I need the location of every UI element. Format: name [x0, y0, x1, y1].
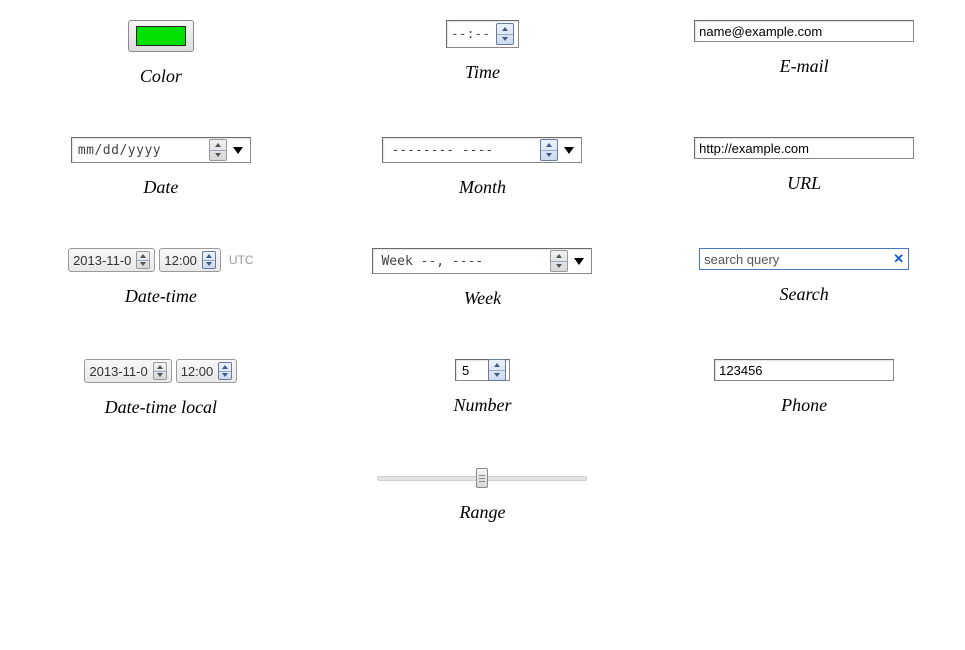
- search-input[interactable]: search query ✕: [699, 248, 909, 270]
- search-label: Search: [779, 284, 828, 305]
- email-input[interactable]: [694, 20, 914, 42]
- datetime-input[interactable]: 2013-11-0 12:00 UTC: [68, 248, 254, 272]
- month-label: Month: [459, 177, 506, 198]
- week-dropdown-icon[interactable]: [570, 250, 588, 272]
- email-label: E-mail: [780, 56, 829, 77]
- week-value: Week --, ----: [381, 254, 483, 269]
- date-spinner[interactable]: [209, 139, 227, 161]
- range-input[interactable]: [377, 468, 587, 488]
- datetime-date-spinner[interactable]: [136, 251, 150, 269]
- month-value: -------- ----: [391, 143, 493, 158]
- week-input[interactable]: Week --, ----: [372, 248, 592, 274]
- number-value: 5: [462, 363, 480, 378]
- week-label: Week: [464, 288, 501, 309]
- color-input[interactable]: [128, 20, 194, 52]
- datetime-local-input[interactable]: 2013-11-0 12:00: [84, 359, 237, 383]
- range-label: Range: [460, 502, 506, 523]
- date-label: Date: [143, 177, 178, 198]
- datetime-tz: UTC: [229, 253, 254, 267]
- number-spinner[interactable]: [488, 359, 506, 381]
- phone-label: Phone: [781, 395, 827, 416]
- datetime-local-label: Date-time local: [105, 397, 217, 418]
- time-input[interactable]: --:--: [446, 20, 519, 48]
- datetime-local-time-value: 12:00: [181, 364, 214, 379]
- month-spinner[interactable]: [540, 139, 558, 161]
- date-dropdown-icon[interactable]: [229, 139, 247, 161]
- color-label: Color: [140, 66, 182, 87]
- week-spinner[interactable]: [550, 250, 568, 272]
- datetime-date-value: 2013-11-0: [73, 253, 131, 268]
- datetime-local-date-value: 2013-11-0: [89, 364, 147, 379]
- datetime-local-time-spinner[interactable]: [218, 362, 232, 380]
- date-input[interactable]: mm/dd/yyyy: [71, 137, 251, 163]
- datetime-time-value: 12:00: [164, 253, 197, 268]
- url-input[interactable]: [694, 137, 914, 159]
- datetime-time-spinner[interactable]: [202, 251, 216, 269]
- range-thumb[interactable]: [476, 468, 488, 488]
- clear-icon[interactable]: ✕: [893, 251, 904, 267]
- search-value: search query: [704, 252, 893, 267]
- time-spinner[interactable]: [496, 23, 514, 45]
- datetime-local-date-spinner[interactable]: [153, 362, 167, 380]
- number-input[interactable]: 5: [455, 359, 510, 381]
- number-label: Number: [453, 395, 511, 416]
- time-label: Time: [465, 62, 500, 83]
- date-value: mm/dd/yyyy: [78, 143, 161, 158]
- month-input[interactable]: -------- ----: [382, 137, 582, 163]
- color-swatch: [136, 26, 186, 46]
- url-label: URL: [787, 173, 821, 194]
- datetime-label: Date-time: [125, 286, 197, 307]
- month-dropdown-icon[interactable]: [560, 139, 578, 161]
- time-value: --:--: [451, 27, 490, 42]
- phone-input[interactable]: [714, 359, 894, 381]
